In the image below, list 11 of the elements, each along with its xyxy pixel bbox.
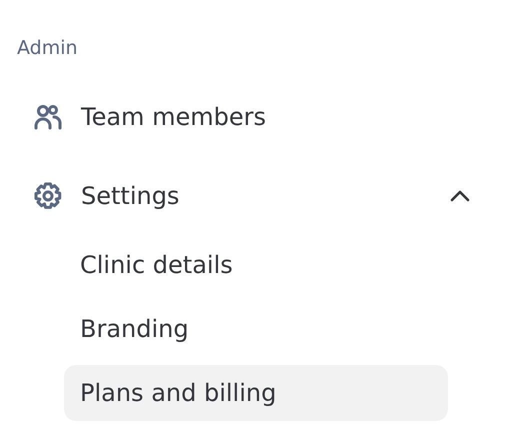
section-label: Admin — [17, 36, 78, 61]
gear-icon — [33, 181, 63, 211]
submenu-item[interactable]: Plans and billing — [64, 365, 448, 421]
nav-item-label: Team members — [81, 103, 267, 131]
nav-item[interactable]: Team members — [17, 89, 477, 145]
people-icon — [33, 102, 63, 132]
nav-item[interactable]: Settings — [17, 168, 477, 224]
nav-item-label: Settings — [81, 182, 180, 210]
submenu-item[interactable]: Branding — [64, 301, 448, 357]
chevron-icon[interactable] — [449, 189, 471, 203]
submenu-item[interactable]: Clinic details — [64, 237, 448, 293]
